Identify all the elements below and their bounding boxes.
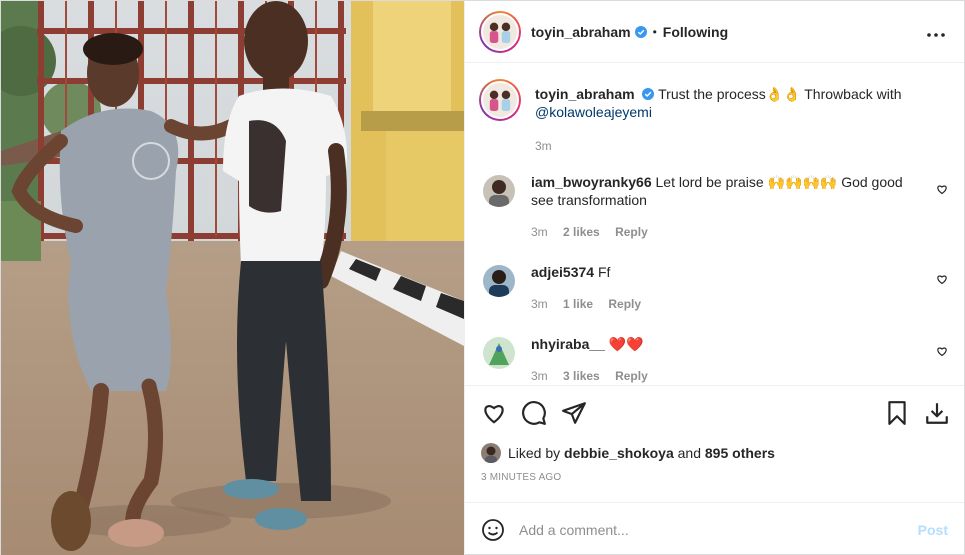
avatar-image — [483, 83, 517, 117]
post-timestamp[interactable]: 3 MINUTES AGO — [465, 466, 964, 502]
share-icon[interactable] — [561, 400, 587, 426]
avatar-image — [483, 14, 517, 49]
likes-prefix: Liked by — [508, 445, 561, 461]
download-icon[interactable] — [924, 400, 950, 426]
liker-avatar[interactable] — [481, 443, 501, 463]
author-avatar[interactable] — [479, 10, 521, 53]
caption-time[interactable]: 3m — [535, 139, 552, 153]
instagram-post-modal: toyin_abraham • Following toyin_abraham … — [0, 0, 965, 555]
comment-time[interactable]: 3m — [531, 369, 548, 383]
commenter-username[interactable]: adjei5374 — [531, 264, 594, 280]
comment-text: ❤️❤️ — [608, 336, 644, 352]
caption-avatar[interactable] — [479, 79, 521, 121]
post-actions — [465, 386, 964, 440]
like-comment-heart-icon[interactable] — [936, 183, 948, 195]
comment-likes[interactable]: 3 likes — [563, 369, 600, 383]
caption: toyin_abraham Trust the process👌👌 Throwb… — [479, 79, 948, 155]
liker-username[interactable]: debbie_shokoya — [564, 445, 674, 461]
reply-button[interactable]: Reply — [615, 225, 648, 239]
comment-icon[interactable] — [521, 400, 547, 426]
caption-text: Trust the process👌👌 Throwback with — [658, 86, 902, 102]
bookmark-icon[interactable] — [884, 400, 910, 426]
like-comment-heart-icon[interactable] — [936, 345, 948, 357]
comment-item: adjei5374 Ff 3m 1 like Reply — [483, 263, 948, 313]
header-separator: • — [652, 24, 657, 39]
comment-time[interactable]: 3m — [531, 225, 548, 239]
commenter-avatar[interactable] — [483, 175, 515, 207]
comment-item: iam_bwoyranky66 Let lord be praise 🙌🙌🙌🙌 … — [483, 173, 948, 241]
verified-badge-icon — [634, 25, 647, 38]
more-options-icon[interactable] — [924, 21, 948, 42]
commenter-avatar[interactable] — [483, 337, 515, 369]
caption-mention[interactable]: @kolawoleajeyemi — [535, 104, 652, 120]
like-comment-heart-icon[interactable] — [936, 273, 948, 285]
verified-badge-icon — [642, 88, 655, 100]
comment-item: nhyiraba__ ❤️❤️ 3m 3 likes Reply — [483, 335, 948, 385]
add-comment-bar: Post — [465, 502, 964, 555]
comment-likes[interactable]: 2 likes — [563, 225, 600, 239]
comment-text: Ff — [597, 264, 611, 280]
comments-list[interactable]: toyin_abraham Trust the process👌👌 Throwb… — [465, 63, 964, 386]
post-comment-button[interactable]: Post — [918, 522, 948, 538]
likes-and: and — [677, 445, 701, 461]
following-button[interactable]: Following — [663, 24, 728, 40]
commenter-avatar[interactable] — [483, 265, 515, 297]
reply-button[interactable]: Reply — [615, 369, 648, 383]
emoji-icon[interactable] — [481, 518, 505, 542]
heart-icon[interactable] — [481, 400, 507, 426]
likes-others[interactable]: 895 others — [705, 445, 775, 461]
post-header: toyin_abraham • Following — [465, 1, 964, 63]
post-photo — [1, 1, 464, 555]
likes-summary: Liked by debbie_shokoya and 895 others — [465, 440, 964, 466]
comment-time[interactable]: 3m — [531, 297, 548, 311]
post-side-panel: toyin_abraham • Following toyin_abraham … — [464, 1, 964, 555]
comment-likes[interactable]: 1 like — [563, 297, 593, 311]
author-username[interactable]: toyin_abraham — [531, 24, 631, 40]
caption-username[interactable]: toyin_abraham — [535, 86, 635, 102]
commenter-username[interactable]: nhyiraba__ — [531, 336, 605, 352]
add-comment-input[interactable] — [519, 521, 918, 538]
reply-button[interactable]: Reply — [608, 297, 641, 311]
commenter-username[interactable]: iam_bwoyranky66 — [531, 174, 652, 190]
